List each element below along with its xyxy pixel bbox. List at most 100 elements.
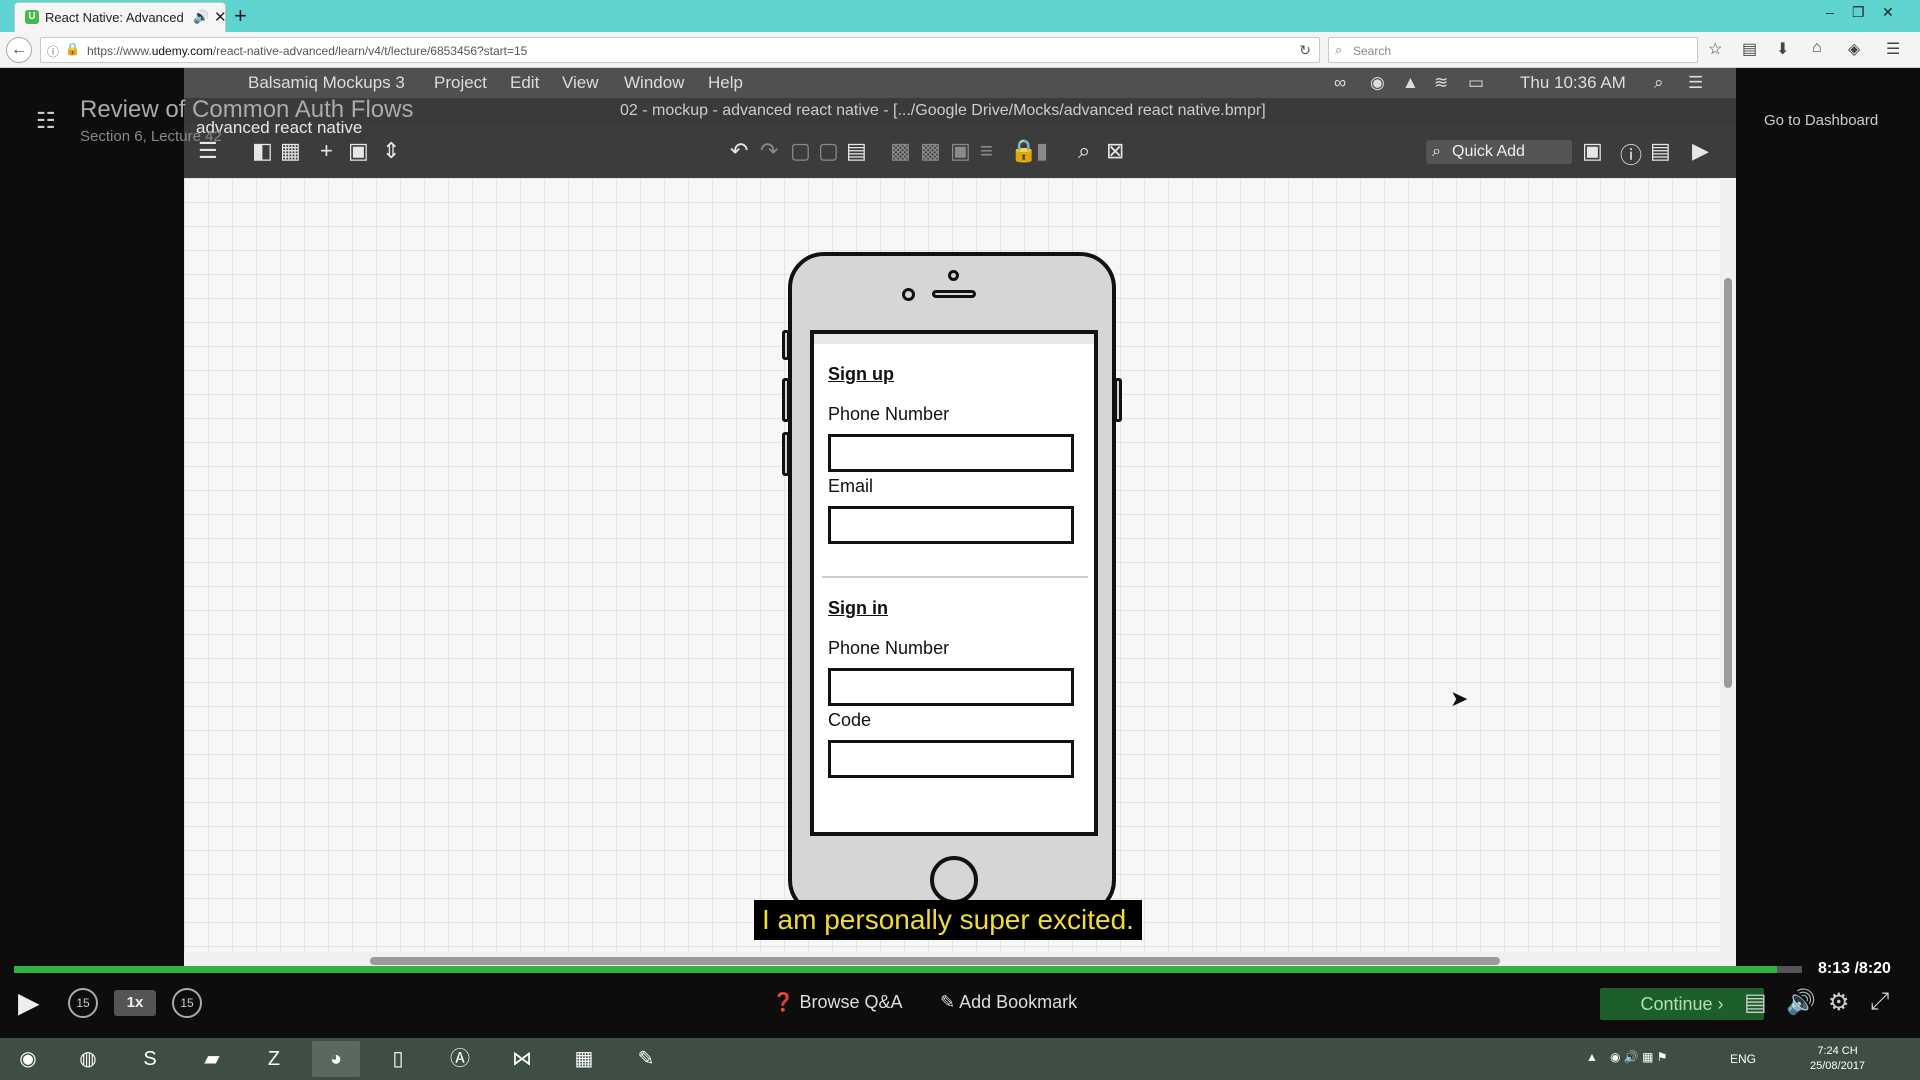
duplicate-icon: ▣ xyxy=(348,138,369,163)
go-to-dashboard-link[interactable]: Go to Dashboard xyxy=(1764,112,1878,129)
continue-label: Continue xyxy=(1640,994,1713,1014)
address-bar[interactable]: ⓘ 🔒 https://www.udemy.com/react-native-a… xyxy=(40,37,1320,63)
home-icon[interactable]: ⌂ xyxy=(1812,39,1822,57)
info-icon[interactable]: ⓘ xyxy=(47,43,59,60)
copy-icon: ▢ xyxy=(790,138,811,163)
android-studio-icon[interactable]: Ⓐ xyxy=(436,1041,484,1077)
playback-speed-button[interactable]: 1x xyxy=(114,990,156,1016)
browse-qa-button[interactable]: ❓ Browse Q&A xyxy=(772,992,902,1013)
mouse-cursor-icon: ➤ xyxy=(1450,686,1469,711)
mac-menu-app: Balsamiq Mockups 3 xyxy=(248,73,405,92)
signup-heading: Sign up xyxy=(828,364,894,384)
reload-icon[interactable]: ↻ xyxy=(1299,42,1311,59)
ungroup-icon: ▩ xyxy=(920,138,941,163)
video-progress-bar[interactable] xyxy=(14,966,1802,973)
signup-phone-field xyxy=(828,434,1074,472)
mac-menu-project: Project xyxy=(434,73,487,92)
lock-icon: 🔒 xyxy=(65,42,80,56)
phone-volume-up xyxy=(782,378,790,422)
phone-camera xyxy=(902,288,915,301)
library-icon[interactable]: ▤ xyxy=(1742,39,1757,59)
front-icon: ▣ xyxy=(950,138,971,163)
restore-icon[interactable]: ❐ xyxy=(1852,4,1865,21)
folder-icon[interactable]: ▰ xyxy=(188,1041,236,1077)
fit-icon: ⊠ xyxy=(1106,138,1125,163)
settings-icon[interactable]: ⚙ xyxy=(1828,988,1850,1017)
course-player: ☷ Balsamiq Mockups 3 Project Edit View W… xyxy=(0,68,1920,1038)
phone-home-button xyxy=(930,856,978,904)
search-input[interactable]: ⌕ Search xyxy=(1328,37,1698,63)
current-time: 8:13 xyxy=(1818,960,1851,977)
new-tab-button[interactable]: + xyxy=(234,3,247,29)
zalo-icon[interactable]: Z xyxy=(250,1041,298,1077)
tab-title: React Native: Advanced xyxy=(45,10,184,25)
taskbar-clock[interactable]: 7:24 CH 25/08/2017 xyxy=(1810,1044,1865,1074)
add-bookmark-button[interactable]: ✎ Add Bookmark xyxy=(940,992,1077,1013)
browser-nav-bar: ← ⓘ 🔒 https://www.udemy.com/react-native… xyxy=(0,32,1920,68)
section-lecture-text: Section 6, Lecture 42 xyxy=(80,128,222,145)
present-icon: ▶ xyxy=(1692,138,1709,163)
panel-icon: ◧ xyxy=(252,138,273,163)
grid-icon: ▦ xyxy=(280,138,301,163)
captions-icon[interactable]: ▤ xyxy=(1744,988,1767,1017)
status-strip xyxy=(814,334,1094,344)
browser-tab[interactable]: U React Native: Advanced 🔊 ✕ xyxy=(14,2,227,32)
tray-expand-icon[interactable]: ▲ xyxy=(1586,1050,1598,1064)
browse-qa-label: Browse Q&A xyxy=(799,992,903,1012)
chrome-icon[interactable]: ◍ xyxy=(64,1041,112,1077)
forward-15-button[interactable]: 15 xyxy=(172,988,202,1018)
back-button[interactable]: ← xyxy=(6,37,32,63)
signin-code-label: Code xyxy=(828,710,872,730)
star-icon[interactable]: ☆ xyxy=(1708,39,1722,59)
mac-menu-window: Window xyxy=(624,73,685,92)
mac-window-title-bar: 02 - mockup - advanced react native - [.… xyxy=(184,98,1736,124)
battery-icon: ▭ xyxy=(1468,73,1485,92)
spotlight-icon: ⌕ xyxy=(1654,73,1664,92)
trash-icon: ▮ xyxy=(1036,138,1049,163)
group-icon: ▩ xyxy=(890,138,911,163)
pocket-icon[interactable]: ◈ xyxy=(1848,39,1860,59)
vscode-icon[interactable]: ⋈ xyxy=(498,1041,546,1077)
iphone-mockup: Sign up Phone Number Email Sign in Phone… xyxy=(782,252,1122,916)
quick-add-field: ⌕ Quick Add xyxy=(1426,140,1572,164)
download-icon[interactable]: ⬇ xyxy=(1776,39,1789,59)
phone-volume-down xyxy=(782,432,790,476)
fullscreen-icon[interactable]: ⤢ xyxy=(1870,988,1889,1016)
volume-icon[interactable]: 🔊 xyxy=(1786,988,1816,1017)
signup-email-field xyxy=(828,506,1074,544)
play-icon[interactable]: ▶ xyxy=(18,986,40,1019)
browser-tab-bar: U React Native: Advanced 🔊 ✕ + – ❐ ✕ xyxy=(0,0,1920,32)
mac-menu-view: View xyxy=(562,73,599,92)
speaker-icon[interactable]: 🔊 xyxy=(193,9,209,25)
quick-add-label: Quick Add xyxy=(1452,143,1525,160)
rewind-15-button[interactable]: 15 xyxy=(68,988,98,1018)
spreadsheet-icon[interactable]: ▦ xyxy=(560,1041,608,1077)
skype-icon[interactable]: S xyxy=(126,1041,174,1077)
lock-icon: 🔒 xyxy=(1010,138,1038,163)
tray-apps-icon[interactable]: ◉ 🔊 ▦ ⚑ xyxy=(1610,1050,1668,1064)
minimize-icon[interactable]: – xyxy=(1826,4,1834,20)
scroll-thumb xyxy=(370,957,1500,965)
signup-phone-label: Phone Number xyxy=(828,404,950,424)
notes-icon: ▤ xyxy=(1650,138,1671,163)
zoom-icon: ⌕ xyxy=(1078,138,1091,163)
signin-code-field xyxy=(828,740,1074,778)
add-bookmark-label: Add Bookmark xyxy=(959,992,1078,1012)
url-text: https://www.udemy.com/react-native-advan… xyxy=(87,44,528,58)
quick-add-search-icon: ⌕ xyxy=(1432,143,1441,160)
menu-icon[interactable]: ☰ xyxy=(1886,39,1900,59)
curriculum-menu-icon[interactable]: ☷ xyxy=(36,108,56,134)
window-close-icon[interactable]: ✕ xyxy=(1882,4,1894,21)
video-frame[interactable]: Balsamiq Mockups 3 Project Edit View Win… xyxy=(184,68,1736,970)
bookmark-icon: ✎ xyxy=(940,992,956,1012)
close-tab-icon[interactable]: ✕ xyxy=(214,8,227,26)
firefox-icon[interactable]: ◕ xyxy=(312,1041,360,1077)
search-icon: ⌕ xyxy=(1335,42,1343,57)
continue-button[interactable]: Continue › xyxy=(1600,988,1764,1020)
mac-menu-help: Help xyxy=(708,73,743,92)
input-language[interactable]: ENG xyxy=(1730,1052,1756,1066)
notepad-icon[interactable]: ▯ xyxy=(374,1041,422,1077)
windows-logo-icon[interactable]: ◉ xyxy=(4,1041,52,1077)
undo-icon: ↶ xyxy=(730,138,749,163)
paint-icon[interactable]: ✎ xyxy=(622,1041,670,1077)
